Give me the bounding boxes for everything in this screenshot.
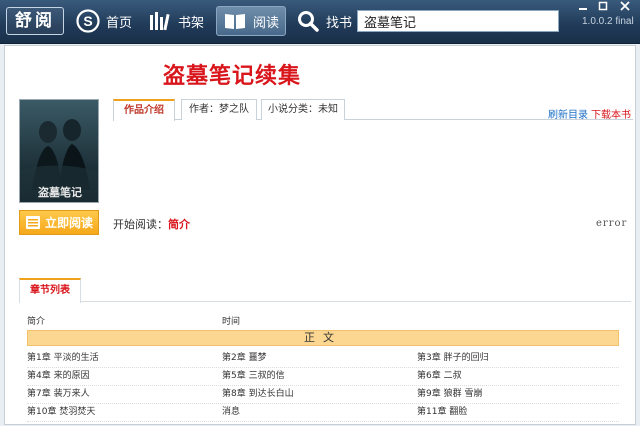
start-reading-link[interactable]: 简介 (168, 218, 190, 231)
nav-shelf-label: 书架 (178, 15, 205, 31)
search-icon (298, 11, 319, 32)
chapter-row: 第4章 来的原因 第5章 三叔的信 第6章 二叔 (27, 368, 619, 386)
chapter-link[interactable]: 第5章 三叔的信 (222, 368, 417, 385)
start-reading-label: 开始阅读： (113, 218, 168, 231)
read-now-button[interactable]: 立即阅读 (19, 210, 99, 235)
tab-intro[interactable]: 作品介绍 (113, 99, 175, 121)
home-icon: S (76, 9, 100, 33)
minimize-icon (579, 8, 587, 10)
nav-home-button[interactable]: S 首页 (70, 6, 138, 36)
chapter-row: 第10章 焚羽焚天 消息 第11章 翻脸 (27, 404, 619, 422)
chapter-link[interactable]: 第8章 到达长白山 (222, 386, 417, 403)
maximize-icon (598, 1, 608, 11)
nav-home-label: 首页 (106, 15, 133, 31)
chapter-link[interactable]: 第2章 噩梦 (222, 350, 417, 367)
chapter-row: 第7章 装万来人 第8章 到达长白山 第9章 狼群 雪崩 (27, 386, 619, 404)
chapter-row: 第1章 平淡的生活 第2章 噩梦 第3章 胖子的回归 (27, 350, 619, 368)
refresh-toc-link[interactable]: 刷新目录 (548, 106, 588, 121)
chapter-link[interactable]: 第1章 平淡的生活 (27, 350, 222, 367)
nav-shelf-button[interactable]: 书架 (142, 6, 210, 36)
chapter-link[interactable]: 第7章 装万来人 (27, 386, 222, 403)
start-reading-row: 开始阅读：简介 (113, 216, 190, 232)
app-logo: 舒阅 (6, 7, 64, 35)
close-button[interactable] (616, 1, 634, 14)
version-label: 1.0.0.2 final (582, 16, 634, 27)
tab-category[interactable]: 小说分类：未知 (261, 99, 345, 120)
chapter-link[interactable]: 第11章 翻脸 (417, 404, 612, 421)
chapter-header-intro: 简介 (27, 317, 46, 327)
chapter-link[interactable]: 第6章 二叔 (417, 368, 612, 385)
chapter-link[interactable]: 第4章 来的原因 (27, 368, 222, 385)
chapter-link[interactable]: 第3章 胖子的回归 (417, 350, 612, 367)
search-input[interactable] (357, 10, 559, 32)
error-text: error (596, 218, 628, 229)
tab-chapter-list[interactable]: 章节列表 (19, 278, 81, 303)
cover-title-text: 盗墓笔记 (38, 185, 82, 199)
download-book-link[interactable]: 下载本书 (591, 106, 631, 121)
minimize-button[interactable] (574, 1, 592, 14)
volume-header: 正文 (27, 330, 619, 346)
book-cover: 盗墓笔记 (19, 99, 99, 203)
bookshelf-icon (150, 12, 170, 31)
book-cover-image: 盗墓笔记 (20, 100, 98, 202)
svg-text:S: S (83, 13, 92, 29)
chapter-header-time: 时间 (222, 317, 241, 327)
close-icon (620, 1, 630, 11)
nav-read-button[interactable]: 阅读 (216, 6, 287, 36)
tab-author[interactable]: 作者：梦之队 (181, 99, 257, 120)
book-title: 盗墓笔记续集 (163, 63, 302, 89)
chapter-list: 第1章 平淡的生活 第2章 噩梦 第3章 胖子的回归 第4章 来的原因 第5章 … (27, 350, 619, 422)
chapter-link[interactable]: 第9章 狼群 雪崩 (417, 386, 612, 403)
read-now-label: 立即阅读 (45, 216, 94, 230)
title-bar: 舒阅 S 首页 书架 阅读 找书 盗墓笔记 1.0.0.2 final (0, 0, 640, 44)
book-detail-panel: 盗墓笔记续集 盗墓笔记 作品介绍 作者：梦之队 小说分类：未知 刷新目录 下载本… (4, 45, 636, 425)
maximize-button[interactable] (594, 1, 612, 14)
nav-read-label: 阅读 (253, 15, 280, 31)
chapter-link[interactable]: 消息 (222, 404, 417, 421)
list-icon (26, 216, 40, 229)
nav-find-label: 找书 (326, 15, 353, 31)
book-open-icon (225, 14, 245, 29)
chapter-tab-strip (19, 276, 631, 302)
nav-find-button[interactable]: 找书 (290, 6, 358, 36)
chapter-link[interactable]: 第10章 焚羽焚天 (27, 404, 222, 421)
